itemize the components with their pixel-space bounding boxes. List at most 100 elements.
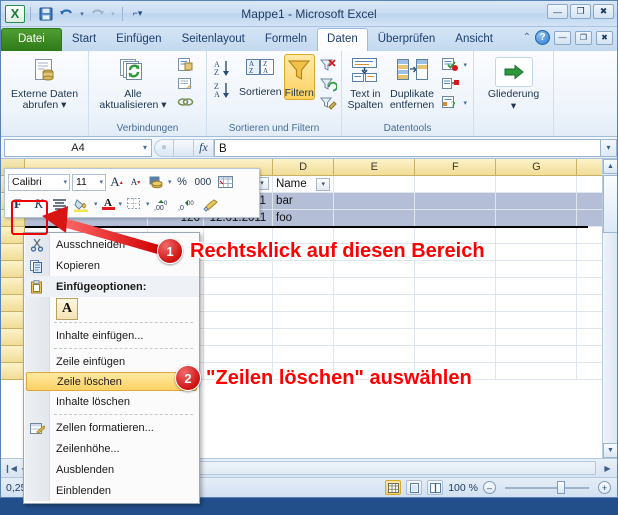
font-name-dropdown-icon[interactable]: ▾: [63, 178, 67, 186]
konsolidieren-button[interactable]: [439, 75, 469, 92]
cell-row2-G[interactable]: [496, 210, 578, 227]
zoom-slider[interactable]: [501, 481, 593, 495]
comma-style-button[interactable]: 000: [193, 173, 214, 191]
row-header-10[interactable]: [1, 329, 25, 346]
cell-row1-D[interactable]: bar: [273, 193, 335, 210]
column-header-D[interactable]: D: [272, 159, 335, 176]
context-item-inhalte-loeschen[interactable]: Inhalte löschen: [24, 391, 199, 412]
cell-empty[interactable]: [415, 346, 497, 363]
context-item-einblenden[interactable]: Einblenden: [24, 480, 199, 501]
redo-icon[interactable]: [88, 4, 107, 23]
name-box[interactable]: A4 ▾: [4, 138, 152, 157]
tab-start[interactable]: Start: [62, 28, 106, 51]
vertical-scrollbar[interactable]: ▲ ▼: [602, 159, 617, 458]
cell-empty[interactable]: [415, 278, 497, 295]
cell-empty[interactable]: [496, 278, 578, 295]
row-header-5[interactable]: [1, 244, 25, 261]
cell-row1-F[interactable]: [415, 193, 497, 210]
font-size-dropdown-icon[interactable]: ▾: [99, 178, 103, 186]
tab-datei[interactable]: Datei: [1, 28, 62, 51]
undo-dropdown-icon[interactable]: ▾: [78, 4, 86, 23]
filter-loeschen-button[interactable]: [317, 57, 339, 74]
fill-color-button[interactable]: [71, 195, 92, 213]
cancel-formula-button[interactable]: ●: [154, 138, 174, 157]
center-align-button[interactable]: [50, 195, 69, 213]
cell-empty[interactable]: [496, 312, 578, 329]
datenueberpruefung-button[interactable]: ▾: [439, 56, 469, 73]
cell-empty[interactable]: [273, 312, 335, 329]
row-header-11[interactable]: [1, 346, 25, 363]
cell-empty[interactable]: [496, 244, 578, 261]
view-page-layout-button[interactable]: [406, 480, 423, 495]
expand-formula-bar-button[interactable]: ▾: [601, 138, 617, 157]
borders-caret[interactable]: ▾: [146, 200, 150, 208]
percent-style-button[interactable]: %: [174, 173, 191, 191]
cell-empty[interactable]: [273, 329, 335, 346]
cell-row1-E[interactable]: [334, 193, 416, 210]
cell-empty[interactable]: [496, 363, 578, 380]
tab-formeln[interactable]: Formeln: [255, 28, 317, 51]
undo-icon[interactable]: [57, 4, 76, 23]
sort-descending-button[interactable]: Z A: [211, 80, 237, 100]
cell-empty[interactable]: [334, 312, 416, 329]
filter-dropdown-icon-d[interactable]: ▾: [316, 177, 331, 191]
tab-ansicht[interactable]: Ansicht: [445, 28, 503, 51]
minimize-ribbon-icon[interactable]: ⌃: [523, 32, 531, 43]
zoom-in-button[interactable]: +: [598, 481, 611, 494]
cell-empty[interactable]: [496, 261, 578, 278]
row-header-6[interactable]: [1, 261, 25, 278]
zoom-out-button[interactable]: –: [483, 481, 496, 494]
cell-empty[interactable]: [334, 329, 416, 346]
cell-empty[interactable]: [334, 261, 416, 278]
cell-empty[interactable]: [496, 329, 578, 346]
cell-row1-G[interactable]: [496, 193, 578, 210]
cell-row2-E[interactable]: [334, 210, 416, 227]
cell-hdr-E[interactable]: [334, 176, 416, 193]
cell-empty[interactable]: [203, 346, 274, 363]
maximize-button[interactable]: ❐: [570, 4, 591, 19]
font-name-combobox[interactable]: Calibri ▾: [8, 173, 70, 191]
erneut-uebernehmen-button[interactable]: [317, 76, 339, 93]
hscroll-right-icon[interactable]: ▶: [601, 461, 614, 475]
save-icon[interactable]: [36, 4, 55, 23]
scroll-down-button[interactable]: ▼: [603, 443, 617, 458]
data-validation-caret[interactable]: ▾: [463, 61, 467, 69]
column-header-F[interactable]: F: [415, 159, 497, 176]
help-icon[interactable]: ?: [535, 30, 550, 45]
view-page-break-button[interactable]: [427, 480, 444, 495]
workbook-close-button[interactable]: ✖: [596, 30, 613, 45]
cell-empty[interactable]: [203, 329, 274, 346]
context-item-zeile-einfuegen[interactable]: Zeile einfügen: [24, 351, 199, 372]
first-sheet-icon[interactable]: ❙◀: [4, 461, 17, 475]
column-header-G[interactable]: G: [496, 159, 578, 176]
horizontal-scrollbar[interactable]: [141, 461, 596, 475]
erweitert-button[interactable]: [317, 95, 339, 112]
minimize-button[interactable]: —: [547, 4, 568, 19]
context-item-zellen-formatieren[interactable]: Zellen formatieren...: [24, 417, 199, 438]
cell-empty[interactable]: [273, 278, 335, 295]
cell-empty[interactable]: [496, 346, 578, 363]
fill-color-caret[interactable]: ▾: [94, 200, 98, 208]
tab-ueberpruefen[interactable]: Überprüfen: [368, 28, 446, 51]
cell-empty[interactable]: [415, 261, 497, 278]
cell-row2-D[interactable]: foo: [273, 210, 335, 227]
format-painter-button[interactable]: [200, 195, 222, 213]
cell-empty[interactable]: [273, 295, 335, 312]
row-header-8[interactable]: [1, 295, 25, 312]
grow-font-button[interactable]: A ▴: [108, 173, 125, 191]
text-in-spalten-button[interactable]: Text in Spalten: [346, 54, 385, 112]
close-button[interactable]: ✖: [593, 4, 614, 19]
workbook-restore-button[interactable]: ❐: [575, 30, 592, 45]
cell-empty[interactable]: [496, 295, 578, 312]
row-header-7[interactable]: [1, 278, 25, 295]
redo-dropdown-icon[interactable]: ▾: [109, 4, 117, 23]
cell-hdr-G[interactable]: [496, 176, 578, 193]
was-waere-wenn-button[interactable]: ? ▾: [439, 94, 469, 111]
excel-logo-icon[interactable]: X: [5, 4, 25, 23]
alle-aktualisieren-button[interactable]: Alle aktualisieren ▾: [93, 54, 173, 112]
font-color-caret[interactable]: ▾: [119, 200, 123, 208]
externe-daten-abrufen-button[interactable]: Externe Daten abrufen ▾: [9, 54, 81, 112]
cell-empty[interactable]: [415, 329, 497, 346]
formula-input[interactable]: B: [214, 138, 601, 157]
context-item-zeile-loeschen[interactable]: Zeile löschen: [26, 372, 197, 391]
